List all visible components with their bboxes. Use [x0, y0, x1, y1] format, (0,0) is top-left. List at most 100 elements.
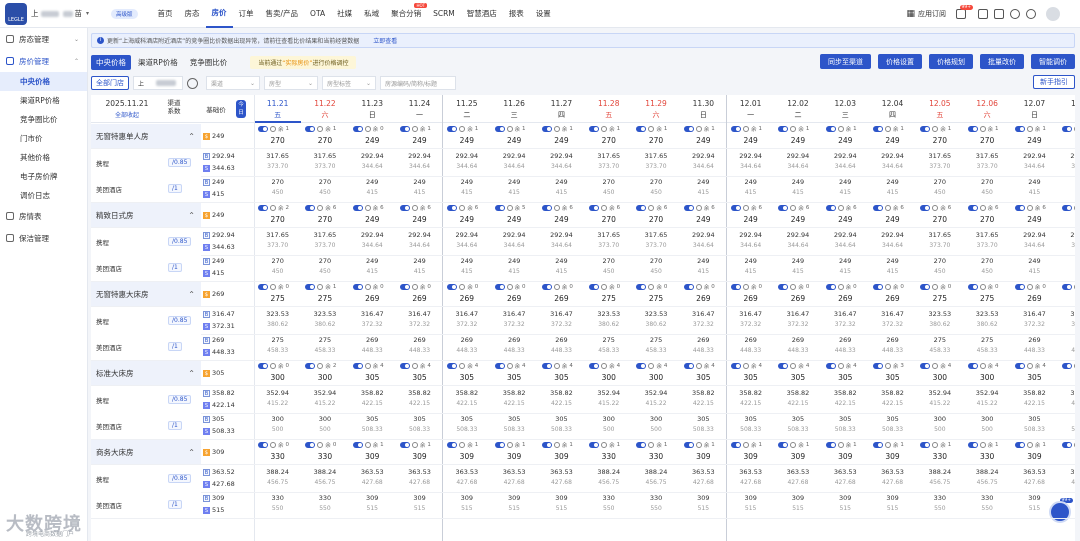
- channel-price-cell[interactable]: 249415: [349, 178, 396, 196]
- channel-ratio[interactable]: /1: [168, 421, 182, 430]
- sidebar-group-2[interactable]: 房情表: [0, 205, 87, 227]
- availability-toggle[interactable]: 余4: [447, 362, 478, 370]
- central-price-cell[interactable]: 249: [491, 215, 538, 224]
- channel-price-cell[interactable]: 358.82422.15: [822, 389, 869, 407]
- channel-price-cell[interactable]: 292.94344.64: [727, 231, 774, 249]
- channel-price-cell[interactable]: 275 458.33: [254, 336, 301, 354]
- availability-toggle[interactable]: 余1: [352, 441, 384, 449]
- central-price-cell[interactable]: 330: [585, 452, 632, 461]
- central-price-cell[interactable]: 275: [964, 294, 1011, 303]
- date-column-header[interactable]: 12.08一: [1058, 95, 1075, 123]
- toggle-switch[interactable]: [447, 442, 458, 448]
- nav-item-0[interactable]: 首页: [152, 0, 179, 28]
- toggle-switch[interactable]: [589, 126, 600, 132]
- toggle-switch[interactable]: [541, 205, 552, 211]
- availability-toggle[interactable]: 余4: [920, 362, 951, 370]
- toggle-switch[interactable]: [778, 284, 789, 290]
- central-price-cell[interactable]: 249: [538, 136, 585, 145]
- central-price-cell[interactable]: 300: [964, 373, 1011, 382]
- availability-toggle[interactable]: 余1: [258, 125, 289, 133]
- toggle-switch[interactable]: [778, 442, 789, 448]
- channel-price-cell[interactable]: 305508.33: [396, 415, 443, 433]
- nav-item-7[interactable]: 私域: [358, 0, 385, 28]
- nav-item-4[interactable]: 售卖/产品: [260, 0, 305, 28]
- channel-price-cell[interactable]: 300 500: [916, 415, 963, 433]
- channel-price-cell[interactable]: 316.47372.32: [538, 310, 585, 328]
- toggle-switch[interactable]: [683, 442, 694, 448]
- availability-toggle[interactable]: 余2: [258, 204, 289, 212]
- central-price-cell[interactable]: 309: [396, 452, 443, 461]
- central-price-cell[interactable]: 305: [822, 373, 869, 382]
- channel-price-cell[interactable]: 249415: [869, 257, 916, 275]
- nav-item-10[interactable]: 智慧酒店: [461, 0, 503, 28]
- channel-price-cell[interactable]: 358.82422.15: [538, 389, 585, 407]
- central-price-cell[interactable]: 249: [822, 215, 869, 224]
- app-subscription[interactable]: ▦ 应用订阅: [906, 9, 946, 19]
- channel-price-cell[interactable]: 317.65 373.70: [254, 152, 301, 170]
- channel-price-cell[interactable]: 300 500: [964, 415, 1011, 433]
- toggle-switch[interactable]: [589, 442, 600, 448]
- channel-price-cell[interactable]: 249415: [1058, 178, 1075, 196]
- channel-price-cell[interactable]: 358.82422.15: [443, 389, 490, 407]
- availability-toggle[interactable]: 余1: [683, 125, 715, 133]
- channel-price-cell[interactable]: 309515: [1011, 494, 1058, 512]
- availability-toggle[interactable]: 余1: [778, 441, 809, 449]
- availability-toggle[interactable]: 余1: [589, 441, 620, 449]
- date-picker[interactable]: 2025.11.21 全部收起: [91, 95, 163, 123]
- central-price-cell[interactable]: 305: [680, 373, 727, 382]
- central-price-cell[interactable]: 305: [1058, 373, 1076, 382]
- price-plan-button[interactable]: 价格规划: [929, 54, 973, 69]
- toggle-switch[interactable]: [683, 126, 694, 132]
- smart-price-button[interactable]: 智能调价: [1031, 54, 1075, 69]
- channel-price-cell[interactable]: 275 458.33: [916, 336, 963, 354]
- channel-price-cell[interactable]: 292.94344.64: [538, 231, 585, 249]
- channel-price-cell[interactable]: 270 450: [301, 178, 348, 196]
- channel-price-cell[interactable]: 292.94344.64: [680, 231, 727, 249]
- toggle-switch[interactable]: [920, 126, 931, 132]
- message-icon[interactable]: [978, 9, 988, 19]
- availability-toggle[interactable]: 余6: [1014, 204, 1046, 212]
- channel-price-cell[interactable]: 330 550: [585, 494, 632, 512]
- channel-price-cell[interactable]: 388.24 456.75: [964, 468, 1011, 486]
- nav-item-9[interactable]: SCRM: [427, 0, 461, 28]
- channel-price-cell[interactable]: 292.94344.64: [396, 152, 443, 170]
- channel-price-cell[interactable]: 352.94 415.22: [916, 389, 963, 407]
- availability-toggle[interactable]: 余1: [541, 125, 573, 133]
- toggle-switch[interactable]: [1062, 284, 1073, 290]
- channel-price-cell[interactable]: 317.65 373.70: [301, 231, 348, 249]
- tab-central-price[interactable]: 中央价格: [91, 54, 131, 70]
- sidebar-group-3[interactable]: 保洁管理: [0, 227, 87, 249]
- channel-price-cell[interactable]: 305508.33: [822, 415, 869, 433]
- availability-toggle[interactable]: 余1: [683, 441, 715, 449]
- central-price-cell[interactable]: 309: [727, 452, 774, 461]
- central-price-cell[interactable]: 309: [349, 452, 396, 461]
- availability-toggle[interactable]: 余6: [1062, 204, 1075, 212]
- channel-price-cell[interactable]: 292.94344.64: [822, 231, 869, 249]
- availability-toggle[interactable]: 余1: [399, 441, 431, 449]
- availability-toggle[interactable]: 余4: [778, 362, 809, 370]
- channel-price-cell[interactable]: 363.53427.68: [869, 468, 916, 486]
- listing-search-input[interactable]: 房源编码/简称/标题: [380, 76, 456, 90]
- toggle-switch[interactable]: [872, 126, 883, 132]
- toggle-switch[interactable]: [494, 442, 505, 448]
- channel-price-cell[interactable]: 292.94344.64: [349, 231, 396, 249]
- central-price-cell[interactable]: 330: [254, 452, 301, 461]
- toggle-switch[interactable]: [305, 205, 316, 211]
- central-price-cell[interactable]: 270: [254, 136, 301, 145]
- channel-price-cell[interactable]: 292.94344.64: [727, 152, 774, 170]
- toggle-switch[interactable]: [683, 363, 694, 369]
- channel-price-cell[interactable]: 249415: [538, 178, 585, 196]
- toggle-switch[interactable]: [447, 126, 458, 132]
- toggle-switch[interactable]: [731, 205, 741, 211]
- central-price-cell[interactable]: 249: [869, 136, 916, 145]
- date-column-header[interactable]: 11.26 三: [491, 95, 538, 123]
- availability-toggle[interactable]: 余2: [305, 362, 336, 370]
- channel-price-cell[interactable]: 270 450: [964, 257, 1011, 275]
- availability-toggle[interactable]: 余0: [589, 283, 620, 291]
- toggle-switch[interactable]: [825, 442, 836, 448]
- channel-price-cell[interactable]: 249415: [727, 178, 774, 196]
- toggle-switch[interactable]: [778, 126, 789, 132]
- channel-price-cell[interactable]: 317.65 373.70: [301, 152, 348, 170]
- toggle-switch[interactable]: [683, 205, 694, 211]
- toggle-switch[interactable]: [589, 284, 600, 290]
